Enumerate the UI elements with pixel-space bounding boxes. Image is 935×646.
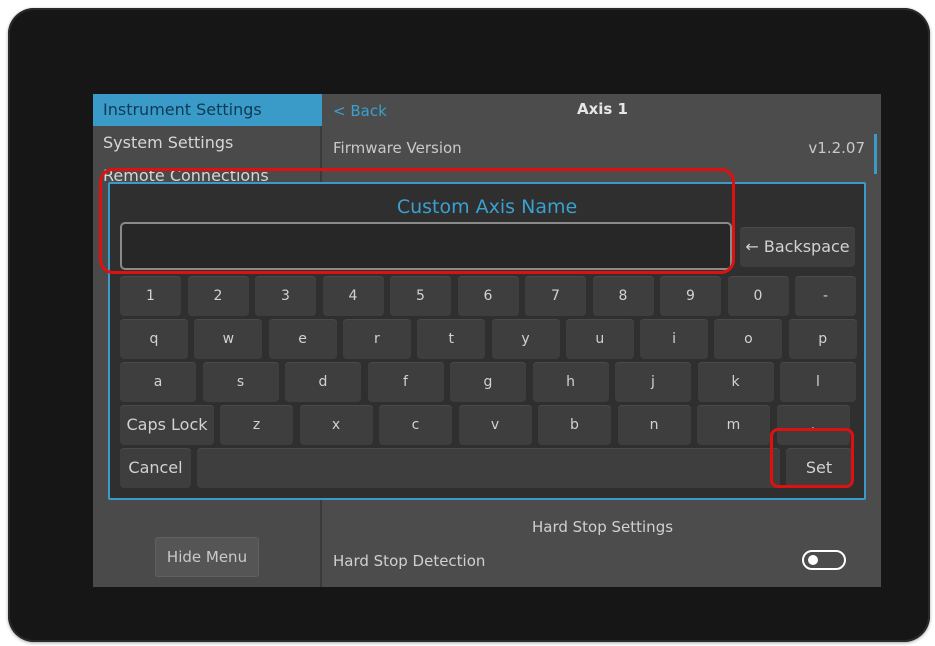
title-input-highlight (99, 168, 735, 274)
hard-stop-detection-label: Hard Stop Detection (333, 552, 486, 570)
key-r[interactable]: r (342, 319, 411, 359)
key-e[interactable]: e (268, 319, 337, 359)
key-5[interactable]: 5 (390, 276, 451, 316)
cancel-button[interactable]: Cancel (120, 448, 191, 488)
key-4[interactable]: 4 (322, 276, 384, 316)
key-0[interactable]: 0 (727, 276, 789, 316)
key-h[interactable]: h (532, 362, 609, 402)
key-k[interactable]: k (697, 362, 774, 402)
menu-item-instrument-settings[interactable]: Instrument Settings (93, 94, 322, 126)
key-s[interactable]: s (202, 362, 279, 402)
key-l[interactable]: l (780, 362, 856, 402)
key-x[interactable]: x (299, 405, 373, 445)
key-j[interactable]: j (615, 362, 691, 402)
key-6[interactable]: 6 (457, 276, 519, 316)
key-q[interactable]: q (120, 319, 188, 359)
key-o[interactable]: o (714, 319, 783, 359)
menu-item-system-settings[interactable]: System Settings (93, 127, 322, 159)
key-p[interactable]: p (788, 319, 857, 359)
key-f[interactable]: f (367, 362, 444, 402)
key-c[interactable]: c (379, 405, 452, 445)
key-t[interactable]: t (417, 319, 486, 359)
scrollbar[interactable] (874, 134, 877, 174)
key-3[interactable]: 3 (255, 276, 316, 316)
key-2[interactable]: 2 (187, 276, 249, 316)
key-g[interactable]: g (450, 362, 526, 402)
device-bezel: Instrument Settings System Settings Remo… (8, 8, 930, 642)
hard-stop-detection-toggle[interactable] (802, 550, 846, 570)
key-1[interactable]: 1 (120, 276, 181, 316)
backspace-key[interactable]: ← Backspace (740, 227, 855, 267)
key-u[interactable]: u (565, 319, 634, 359)
set-button-highlight (770, 428, 854, 488)
caps-lock-key[interactable]: Caps Lock (120, 405, 214, 445)
page-title: Axis 1 (576, 100, 628, 118)
key-b[interactable]: b (538, 405, 611, 445)
key-i[interactable]: i (640, 319, 709, 359)
key-v[interactable]: v (458, 405, 532, 445)
key-7[interactable]: 7 (525, 276, 586, 316)
key-d[interactable]: d (285, 362, 361, 402)
key-dash[interactable]: - (795, 276, 856, 316)
firmware-version-value: v1.2.07 (808, 139, 865, 157)
hide-menu-button[interactable]: Hide Menu (155, 537, 259, 577)
key-n[interactable]: n (617, 405, 691, 445)
key-9[interactable]: 9 (660, 276, 721, 316)
key-8[interactable]: 8 (592, 276, 654, 316)
key-m[interactable]: m (697, 405, 770, 445)
toggle-knob (808, 555, 818, 565)
key-z[interactable]: z (220, 405, 293, 445)
key-a[interactable]: a (120, 362, 196, 402)
key-w[interactable]: w (194, 319, 263, 359)
space-key[interactable] (197, 448, 780, 488)
hard-stop-settings-heading: Hard Stop Settings (531, 518, 674, 536)
key-y[interactable]: y (491, 319, 560, 359)
firmware-version-label: Firmware Version (333, 139, 462, 157)
